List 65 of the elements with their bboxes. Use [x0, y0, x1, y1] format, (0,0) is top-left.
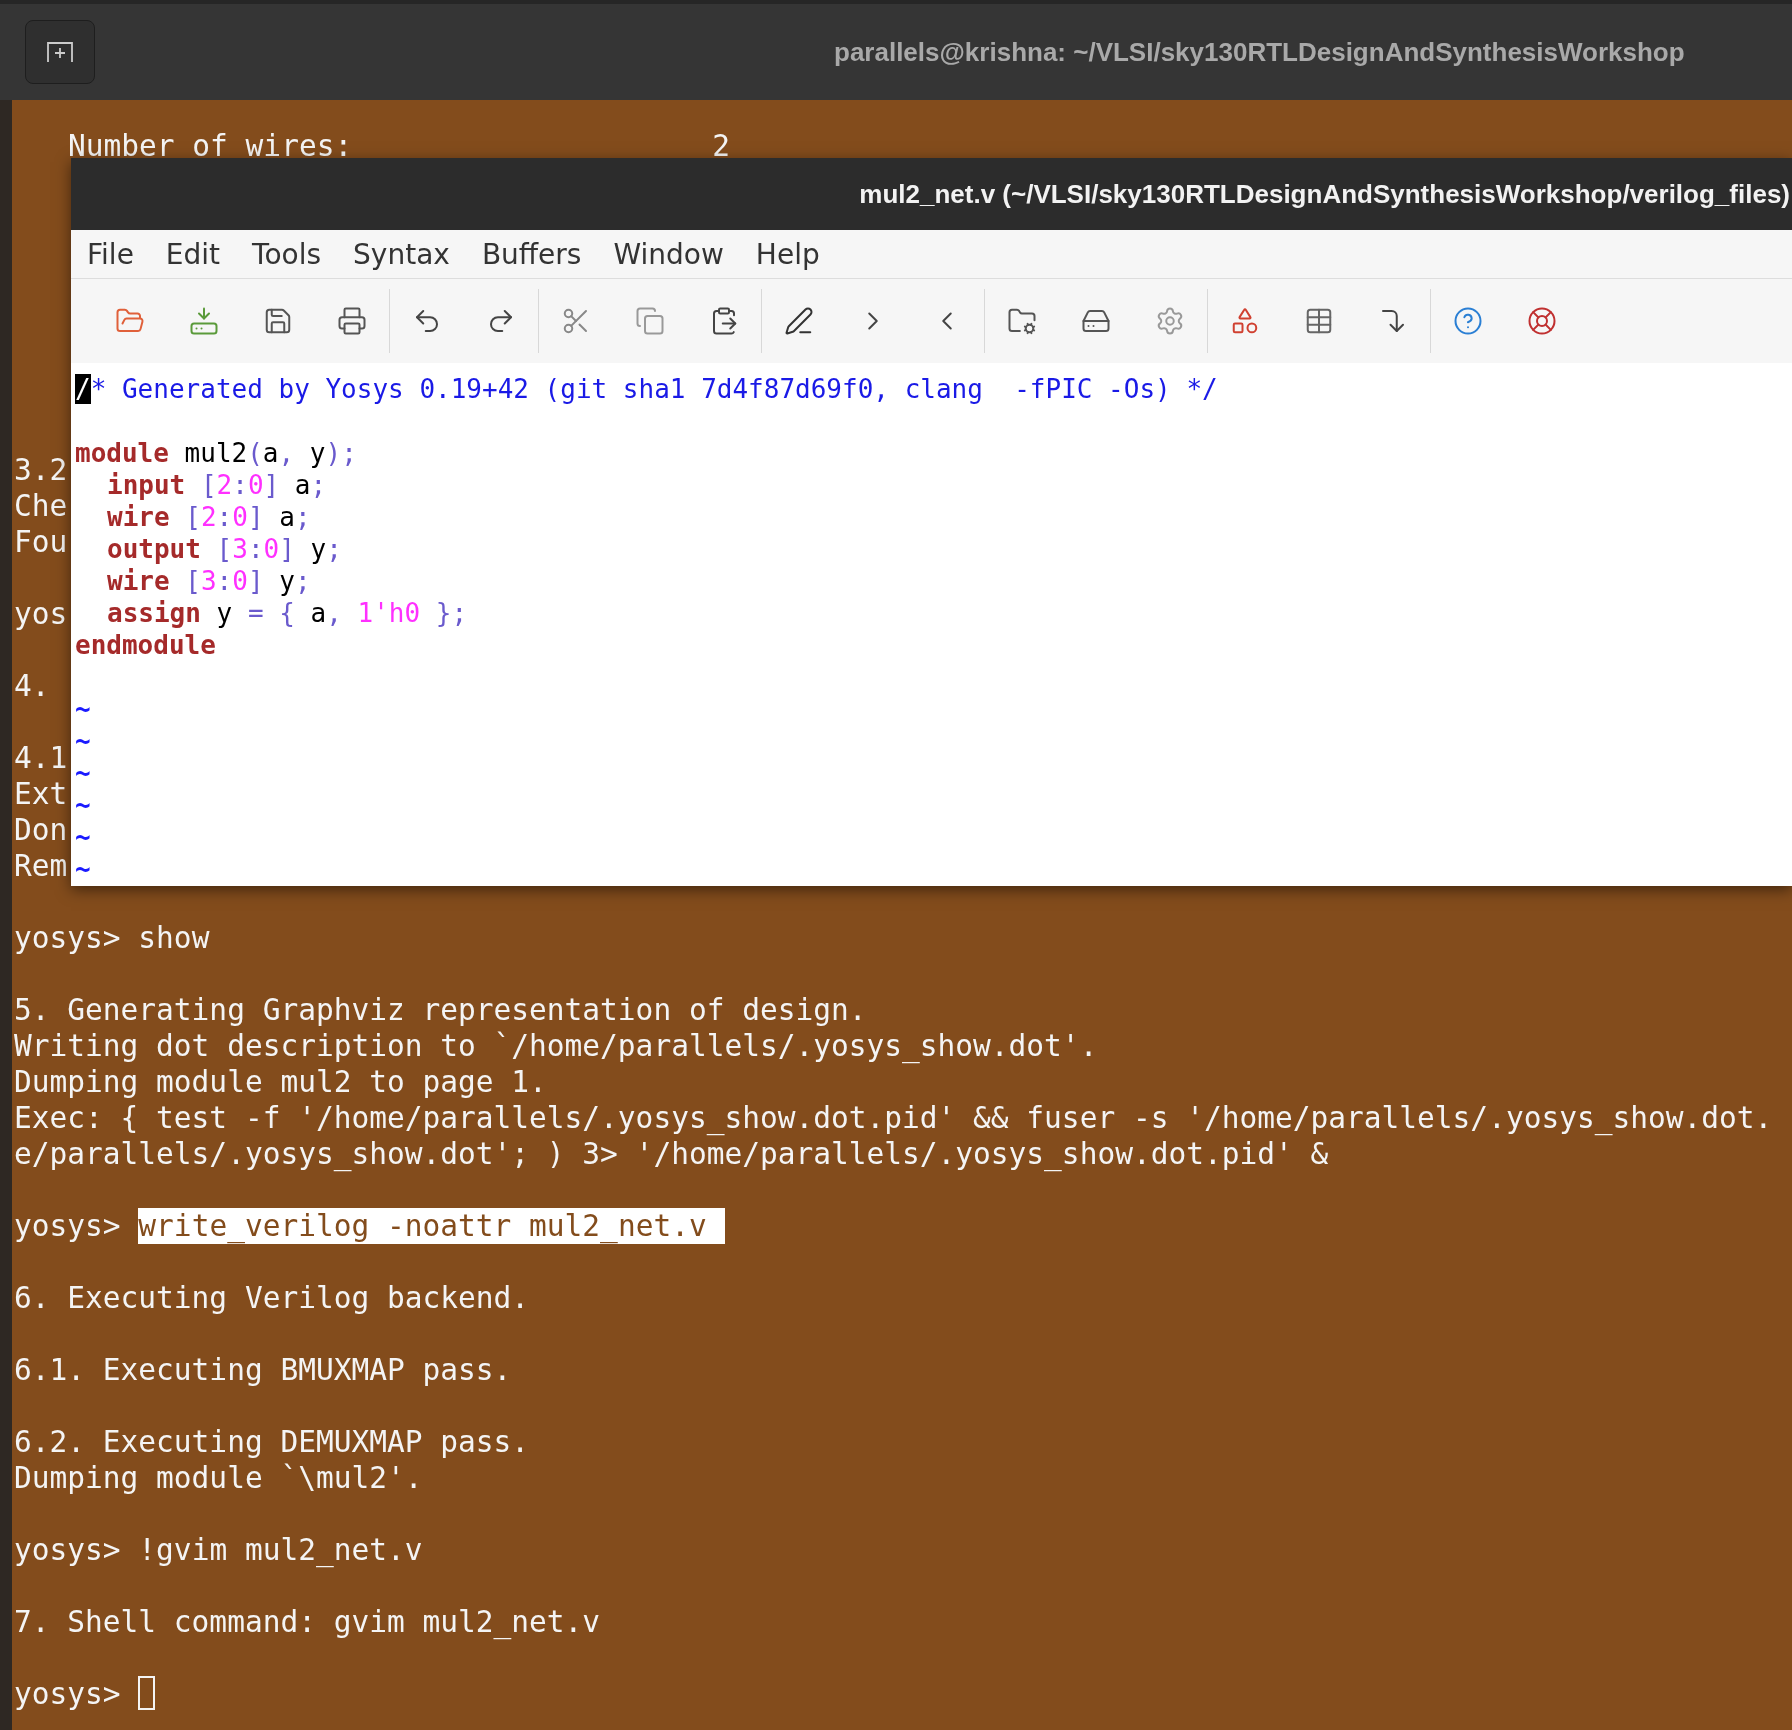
terminal-line: Don [14, 812, 68, 848]
terminal-line: Che [14, 488, 68, 524]
terminal-line: Ext [14, 776, 68, 812]
empty-line-marker: ~ [75, 821, 91, 853]
shell-prompt: yosys> [14, 1208, 121, 1244]
terminal-line: Dumping module `\mul2'. [14, 1460, 423, 1496]
code-line: input [2:0] a; [107, 469, 327, 501]
help-icon [1453, 306, 1483, 336]
code-line: assign y = { a, 1'h0 }; [107, 597, 468, 629]
menu-item[interactable]: File [73, 237, 148, 271]
terminal-line: Fou [14, 524, 68, 560]
new-tab-icon [47, 41, 73, 63]
code-line: wire [2:0] a; [107, 501, 311, 533]
window-title: mul2_net.v (~/VLSI/sky130RTLDesignAndSynthesisWorkshop/verilog_files) [859, 178, 1790, 210]
printer-icon [337, 306, 367, 336]
code-line: module mul2(a, y); [75, 437, 357, 469]
terminal-line: 5. Generating Graphviz representation of design. [14, 992, 867, 1028]
window-title: parallels@krishna: ~/VLSI/sky130RTLDesignAndSynthesisWorkshop [834, 36, 1685, 68]
shell-command: show [138, 920, 210, 956]
pen-icon [784, 306, 814, 336]
empty-line-marker: ~ [75, 693, 91, 725]
terminal-line: Number of wires: [68, 128, 353, 164]
code-line: /* Generated by Yosys 0.19+42 (git sha1 7d4f87d69f0, clang -fPIC -Os) */ [75, 373, 1218, 405]
shell-prompt: yosys> [14, 1532, 121, 1568]
lifebuoy-icon [1527, 306, 1557, 336]
terminal-line: Exec: { test -f '/home/parallels/.yosys_show.dot.pid' && fuser -s '/home/parallels/.yosys_show.dot. [14, 1100, 1773, 1136]
menu-item[interactable]: Syntax [339, 237, 464, 271]
terminal-line: 6.1. Executing BMUXMAP pass. [14, 1352, 512, 1388]
terminal-line: yos [14, 596, 68, 632]
gears-icon [1155, 306, 1185, 336]
code-line: endmodule [75, 629, 216, 661]
selected-command: write_verilog -noattr mul2_net.v [138, 1208, 725, 1244]
terminal-line: 2 [712, 128, 730, 164]
terminal-line: 6.2. Executing DEMUXMAP pass. [14, 1424, 530, 1460]
new-tab-button[interactable] [25, 20, 95, 84]
shell-command: !gvim mul2_net.v [138, 1532, 423, 1568]
terminal-line: 3.2 [14, 452, 68, 488]
menu-item[interactable]: Buffers [467, 237, 596, 271]
empty-line-marker: ~ [75, 853, 91, 885]
empty-line-marker: ~ [75, 725, 91, 757]
shell-prompt: yosys> [14, 920, 121, 956]
menu-item[interactable]: Window [599, 237, 738, 271]
terminal-line: Dumping module mul2 to page 1. [14, 1064, 547, 1100]
terminal-line: 7. Shell command: gvim mul2_net.v [14, 1604, 601, 1640]
terminal-line: Rem [14, 848, 68, 884]
menu-item[interactable]: Tools [238, 237, 336, 271]
terminal-line: e/parallels/.yosys_show.dot'; ) 3> '/home/parallels/.yosys_show.dot.pid' & [14, 1136, 1329, 1172]
empty-line-marker: ~ [75, 789, 91, 821]
folder-gear-icon [1007, 306, 1037, 336]
terminal-line: 4. [14, 668, 50, 704]
empty-line-marker: ~ [75, 757, 91, 789]
save-icon [263, 306, 293, 336]
copy-icon [635, 306, 665, 336]
download-icon [189, 306, 219, 336]
code-line: wire [3:0] y; [107, 565, 311, 597]
shapes-icon [1230, 306, 1260, 336]
menu-item[interactable]: Edit [151, 237, 235, 271]
shell-prompt: yosys> [14, 1676, 121, 1712]
code-editor[interactable]: /* Generated by Yosys 0.19+42 (git sha1 7d4f87d69f0, clang -fPIC -Os) */ module mul2(a, y); input [2:0] a; wire [2:0] a; output [3:0] y; wire [3:0] y; assign y = { a, 1'h0 }; endmodule ~ ~ ~ ~ ~ ~ [71, 363, 1792, 886]
menu-item[interactable]: Help [741, 237, 834, 271]
code-line: output [3:0] y; [107, 533, 342, 565]
terminal-line: 6. Executing Verilog backend. [14, 1280, 530, 1316]
table-icon [1304, 306, 1334, 336]
terminal-line: 4.1 [14, 740, 68, 776]
terminal-line: Writing dot description to `/home/parallels/.yosys_show.dot'. [14, 1028, 1098, 1064]
